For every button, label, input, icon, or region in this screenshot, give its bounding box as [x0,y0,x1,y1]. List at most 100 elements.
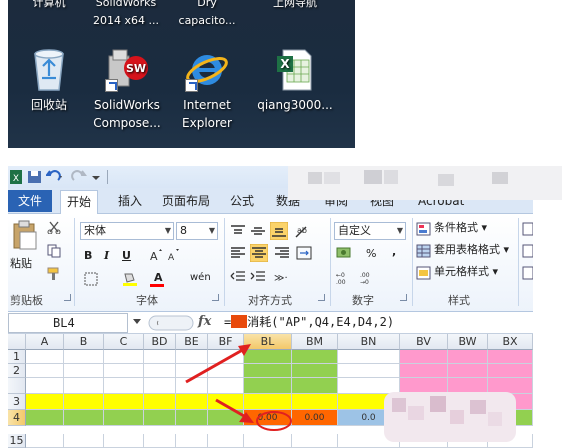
clipboard-group-label: 剪贴板 [10,294,43,307]
format-cells-icon[interactable] [522,266,533,280]
internet-explorer-icon [185,46,229,92]
format-painter-icon[interactable] [46,266,62,280]
svg-text:←0: ←0 [336,272,345,279]
underline-button[interactable]: U [122,248,131,264]
comma-style-button[interactable]: , [392,244,396,260]
fill-color-icon[interactable] [122,272,138,286]
styles-group-label: 样式 [448,294,470,307]
desktop-icon-internet-explorer[interactable]: Internet Explorer [168,46,246,132]
borders-icon[interactable] [84,272,100,286]
align-center-icon[interactable] [250,244,268,262]
align-right-icon[interactable] [274,246,290,260]
desktop-top-label-computer[interactable]: 计算机 [14,0,84,12]
wrap-text-icon[interactable]: ≫· [274,270,298,284]
align-bottom-icon[interactable] [270,222,288,240]
formula-input[interactable]: = 消耗("AP",Q4,E4,D4,2) [222,313,533,333]
desktop-icon-excel-file[interactable]: X qiang3000... [253,46,337,114]
tab-page-layout[interactable]: 页面布局 [156,192,216,210]
svg-text:X: X [13,174,19,184]
ribbon-separator [74,218,75,306]
number-format-combo[interactable]: 自定义 ▼ [334,222,406,240]
desktop-icon-label: SolidWorks Compose... [93,98,161,130]
font-color-bar [150,284,164,287]
paste-button-label[interactable]: 粘贴 [10,256,32,272]
accounting-format-icon[interactable] [336,246,352,260]
tab-insert[interactable]: 插入 [112,192,148,210]
italic-button[interactable]: I [104,248,109,264]
svg-text:SW: SW [126,62,146,75]
align-top-icon[interactable] [230,224,246,238]
decrease-decimal-icon[interactable]: .00→0 [360,270,380,284]
cut-icon[interactable] [46,220,62,234]
delete-cells-icon[interactable] [522,244,533,258]
desktop-icon-label: qiang3000... [257,98,333,112]
number-dialog-launcher-icon[interactable] [400,294,407,301]
tab-file[interactable]: 文件 [8,190,52,212]
tab-formulas[interactable]: 公式 [224,192,260,210]
bold-button[interactable]: B [84,248,92,264]
ribbon-separator [330,218,331,306]
align-left-icon[interactable] [230,246,246,260]
svg-text:X: X [280,57,290,71]
conditional-formatting-button[interactable]: 条件格式 ▾ [434,220,487,236]
font-dialog-launcher-icon[interactable] [212,294,219,301]
annotation-arrow-line [215,398,245,418]
svg-text:.00: .00 [360,272,370,279]
desktop-icon-recycle-bin[interactable]: 回收站 [10,46,88,114]
recycle-bin-icon [27,46,71,92]
decrease-indent-icon[interactable] [230,270,246,284]
name-box[interactable]: BL4 [8,313,128,333]
desktop-icon-label: 回收站 [30,98,67,112]
chevron-down-icon: ▼ [208,226,215,235]
cell-styles-icon[interactable] [416,266,432,280]
font-name-combo[interactable]: 宋体 ▼ [80,222,174,240]
number-group-label: 数字 [352,294,374,307]
ribbon-home: 粘贴 剪贴板 宋体 ▼ 8 ▼ B I U A A A wén 字体 ab ≫·… [8,214,533,312]
excel-app-icon[interactable]: X [10,170,22,184]
desktop-top-label-nav[interactable]: 上网导航 [253,0,337,12]
increase-indent-icon[interactable] [250,270,266,284]
customize-qat-icon[interactable] [92,170,100,184]
increase-decimal-icon[interactable]: ←0.00 [336,270,356,284]
shortcut-arrow-icon [105,79,118,92]
desktop-icon-solidworks[interactable]: SW SolidWorks Compose... [88,46,166,132]
alignment-dialog-launcher-icon[interactable] [318,294,325,301]
clipboard-dialog-launcher-icon[interactable] [64,294,71,301]
percent-style-button[interactable]: % [366,246,376,262]
font-grow-icon[interactable]: A [148,248,164,262]
phonetic-guide-button[interactable]: wén [190,270,211,286]
ribbon-separator [412,218,413,306]
copy-icon[interactable] [46,244,62,258]
shortcut-arrow-icon [185,79,198,92]
svg-text:≫·: ≫· [274,273,288,284]
formula-bar: BL4 fx = 消耗("AP",Q4,E4,D4,2) [8,312,533,334]
cell-styles-button[interactable]: 单元格样式 ▾ [434,264,498,280]
font-shrink-icon[interactable]: A [166,248,182,262]
font-group-label: 字体 [136,294,158,307]
merge-center-icon[interactable] [296,246,312,260]
undo-icon[interactable] [46,170,64,184]
desktop: 计算机 SolidWorks 2014 x64 ... Dry capacito..… [8,0,355,148]
redaction-mark [231,315,248,328]
tab-home[interactable]: 开始 [60,190,99,214]
font-size-combo[interactable]: 8 ▼ [176,222,218,240]
name-box-dropdown-icon[interactable] [132,318,142,326]
excel-file-icon: X [273,46,317,92]
conditional-formatting-icon[interactable] [416,222,432,236]
insert-function-icon[interactable]: fx [198,314,211,329]
formula-bar-resize-handle[interactable] [148,315,194,331]
svg-text:.00: .00 [336,279,346,284]
desktop-icon-label: Internet Explorer [182,98,232,130]
format-as-table-icon[interactable] [416,244,432,258]
redo-icon[interactable] [70,170,88,184]
save-icon[interactable] [28,170,41,184]
desktop-top-label-solidworks[interactable]: SolidWorks 2014 x64 ... [84,0,168,30]
format-as-table-button[interactable]: 套用表格格式 ▾ [434,242,509,258]
paste-icon[interactable] [12,220,38,250]
align-middle-icon[interactable] [250,224,266,238]
highlight-ellipse [256,411,292,431]
text-orientation-icon[interactable]: ab [294,224,310,238]
insert-cells-icon[interactable] [522,222,533,236]
desktop-top-label-dry[interactable]: Dry capacito... [168,0,246,30]
blur-redaction-bottom [384,392,516,442]
